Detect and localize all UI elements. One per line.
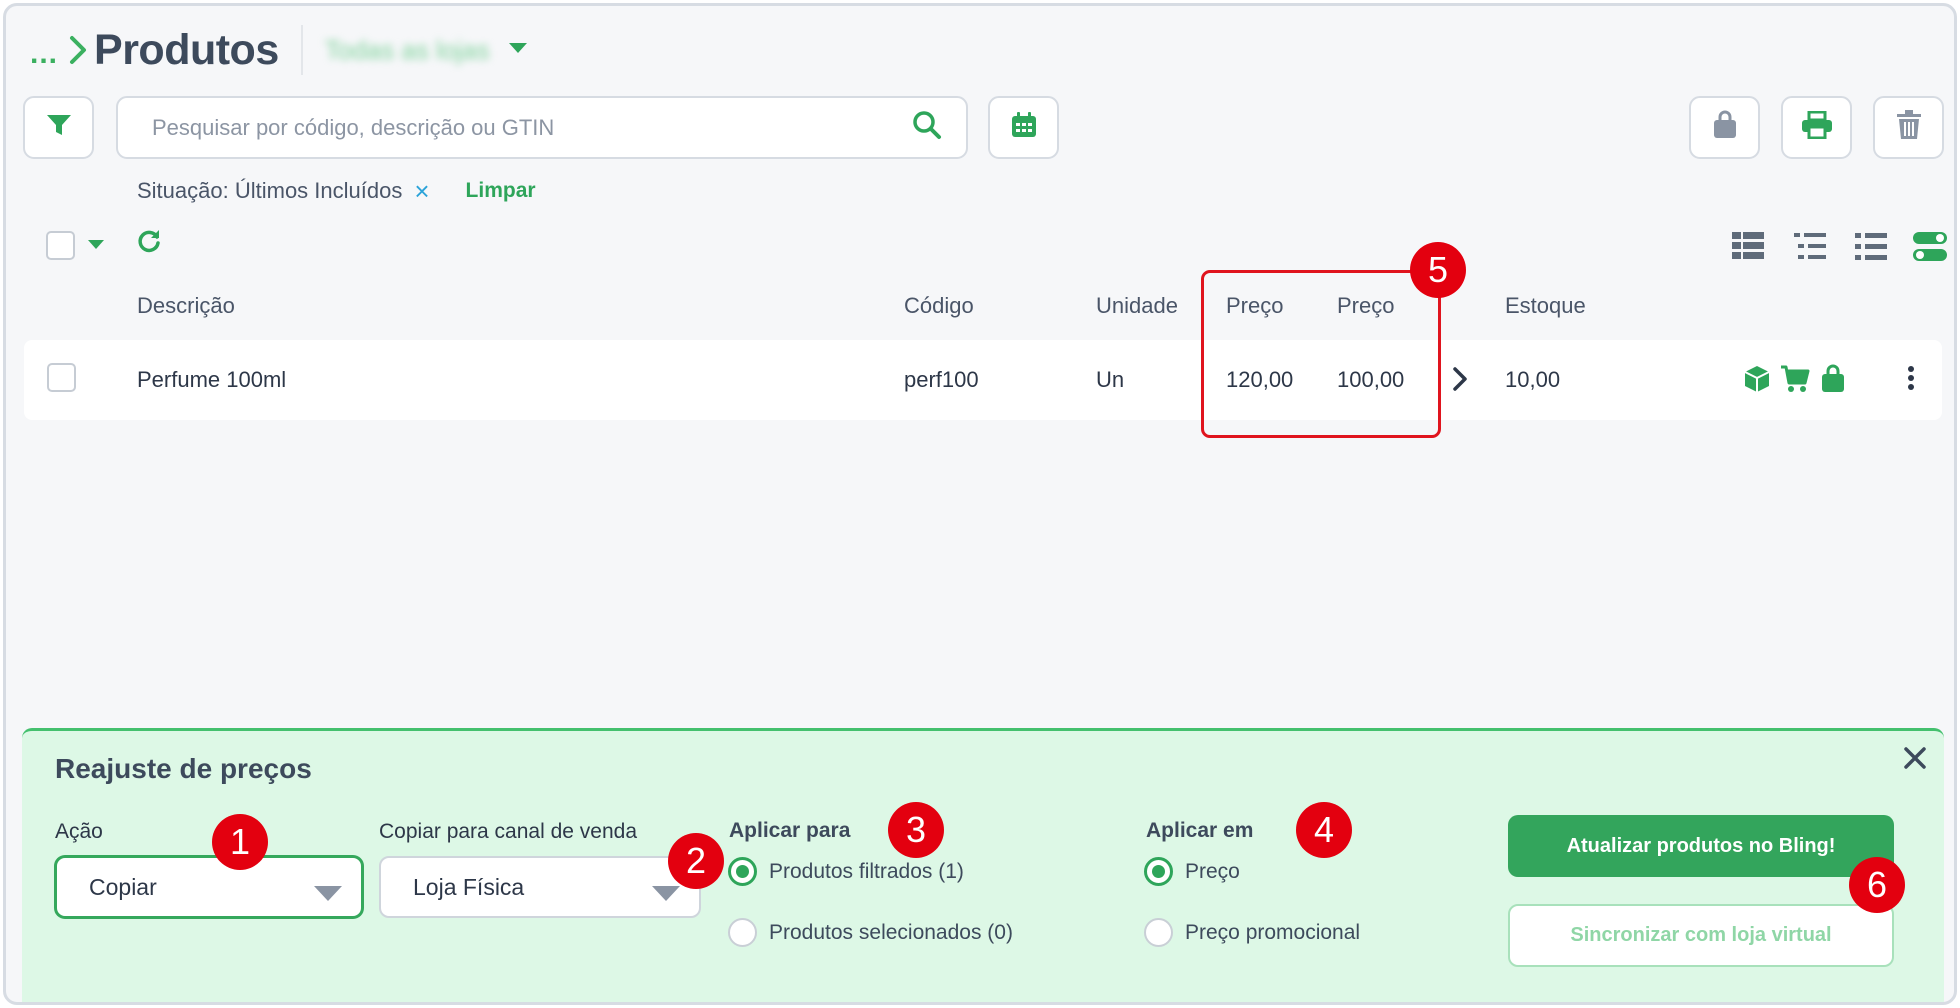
cart-icon[interactable] [1780,365,1810,398]
radio-button[interactable] [728,918,757,947]
search-icon[interactable] [912,110,942,145]
table-row[interactable]: Perfume 100ml perf100 Un 120,00 100,00 1… [24,340,1942,420]
filter-button[interactable] [23,96,94,159]
radio-button[interactable] [1144,857,1173,886]
print-icon [1801,110,1833,144]
radio-produtos-selecionados[interactable]: Produtos selecionados (0) [728,918,1013,947]
col-header-unidade[interactable]: Unidade [1096,293,1178,319]
col-header-descricao[interactable]: Descrição [137,293,235,319]
active-filter: Situação: Últimos Incluídos × Limpar [137,178,536,204]
caret-down-icon[interactable] [87,237,105,255]
col-header-codigo[interactable]: Código [904,293,974,319]
page-header: ... Produtos Todas as lojas [30,20,528,80]
row-checkbox[interactable] [47,363,76,392]
bag-icon [1711,110,1739,145]
radio-label: Preço [1185,859,1240,883]
radio-preco[interactable]: Preço [1144,857,1240,886]
annotation-badge-3: 3 [888,802,944,858]
radio-label: Produtos selecionados (0) [769,920,1013,944]
calendar-icon [1010,111,1038,144]
caret-down-icon [651,881,681,908]
canal-label: Copiar para canal de venda [379,820,638,843]
app-window: ... Produtos Todas as lojas Pesquisar po… [3,3,1957,1005]
update-products-button[interactable]: Atualizar produtos no Bling! [1508,815,1894,877]
kebab-icon[interactable] [1907,365,1915,396]
remove-filter-icon[interactable]: × [414,178,429,204]
radio-button[interactable] [1144,918,1173,947]
trash-icon [1896,110,1922,145]
print-button[interactable] [1781,96,1852,159]
radio-label: Preço promocional [1185,920,1361,944]
filter-chip-label: Situação: Últimos Incluídos [137,178,403,203]
caret-down-icon [313,881,343,908]
clear-filters-link[interactable]: Limpar [466,179,536,203]
acao-select[interactable]: Copiar [55,856,363,918]
store-select-value: Todas as lojas [324,34,490,65]
store-select[interactable]: Todas as lojas [325,35,528,66]
aplicar-em-label: Aplicar em [1146,819,1254,842]
breadcrumb-ellipsis[interactable]: ... [30,37,58,71]
price-adjustment-panel: Reajuste de preços Ação Copiar Copiar pa… [22,728,1944,1002]
chevron-right-icon [68,35,88,65]
price-columns-highlight [1201,270,1441,438]
annotation-badge-4: 4 [1296,802,1352,858]
chevron-right-icon[interactable] [1452,366,1468,397]
annotation-badge-6: 6 [1849,857,1905,913]
cell-descricao: Perfume 100ml [137,367,287,392]
canal-select-value: Loja Física [413,873,525,900]
view-list-icon[interactable] [1794,232,1826,265]
annotation-badge-5: 5 [1410,242,1466,298]
store-bag-button[interactable] [1689,96,1760,159]
radio-produtos-filtrados[interactable]: Produtos filtrados (1) [728,857,964,886]
bag-icon[interactable] [1820,364,1846,398]
search-input[interactable] [152,114,912,141]
search-box [116,96,968,159]
header-divider [300,25,303,75]
panel-title: Reajuste de preços [55,753,312,784]
radio-label: Produtos filtrados (1) [769,859,964,883]
close-icon[interactable] [1904,747,1926,774]
sync-store-button[interactable]: Sincronizar com loja virtual [1508,904,1894,967]
refresh-icon[interactable] [136,228,162,259]
canal-select[interactable]: Loja Física [379,856,701,918]
cell-unidade: Un [1096,367,1125,392]
radio-button[interactable] [728,857,757,886]
view-compact-icon[interactable] [1732,232,1764,265]
filter-icon [46,113,72,142]
cell-estoque: 10,00 [1505,367,1561,392]
annotation-badge-1: 1 [212,814,268,870]
select-all-control [46,231,105,260]
toggle-icon[interactable] [1913,232,1947,267]
acao-select-value: Copiar [89,873,157,900]
date-filter-button[interactable] [988,96,1059,159]
cell-codigo: perf100 [904,367,979,392]
acao-label: Ação [55,820,103,843]
col-header-estoque[interactable]: Estoque [1505,293,1586,319]
delete-button[interactable] [1873,96,1944,159]
aplicar-para-label: Aplicar para [729,819,851,842]
view-detailed-icon[interactable] [1855,232,1887,265]
page-title: Produtos [94,25,279,74]
box-icon[interactable] [1744,365,1770,398]
radio-preco-promocional[interactable]: Preço promocional [1144,918,1360,947]
caret-down-icon [508,41,528,59]
annotation-badge-2: 2 [668,833,724,889]
select-all-checkbox[interactable] [46,231,75,260]
